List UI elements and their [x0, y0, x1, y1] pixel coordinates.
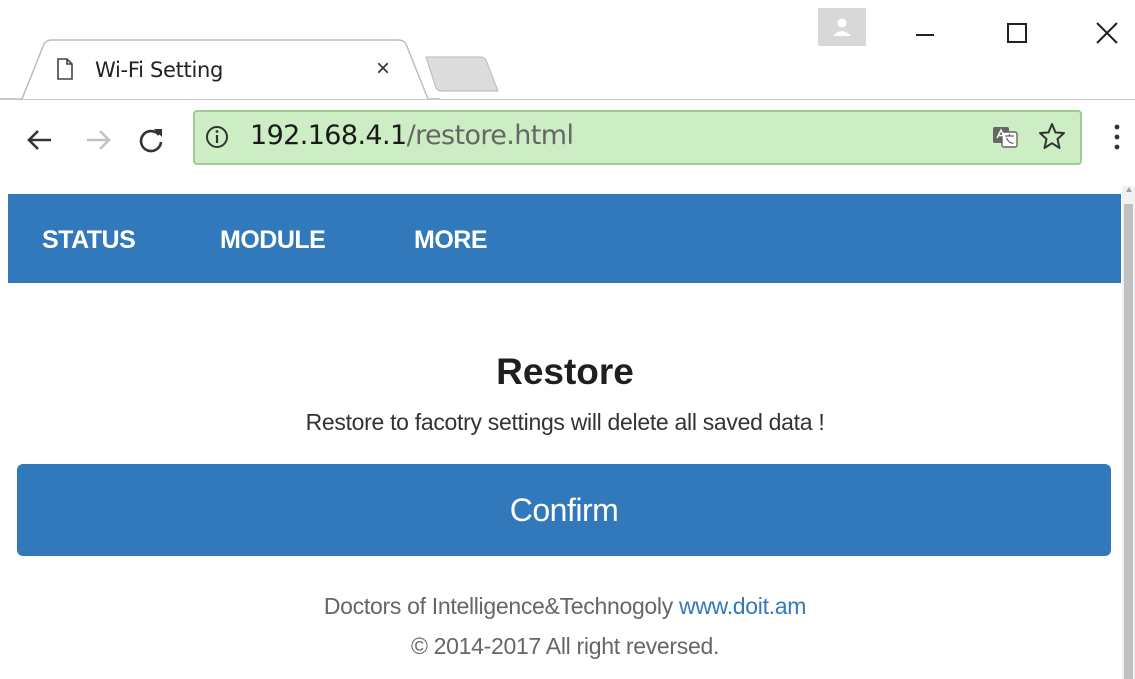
minimize-icon[interactable]	[910, 18, 940, 48]
browser-chrome: Wi-Fi Setting × 192.168.4.1/restore.html	[0, 0, 1135, 190]
reload-icon[interactable]	[136, 125, 166, 155]
star-icon[interactable]	[1038, 122, 1066, 150]
close-icon[interactable]	[1092, 18, 1122, 48]
tab-strip: Wi-Fi Setting ×	[0, 0, 1135, 100]
kebab-menu-icon[interactable]	[1112, 122, 1122, 152]
restore-description: Restore to facotry settings will delete …	[305, 409, 825, 435]
url-text[interactable]: 192.168.4.1/restore.html	[250, 120, 574, 151]
tab-title: Wi-Fi Setting	[95, 58, 224, 82]
nav-item-module[interactable]: MODULE	[220, 226, 326, 255]
footer-company: Doctors of Intelligence&Technogoly	[323, 593, 673, 619]
url-path: /restore.html	[406, 120, 574, 151]
forward-arrow-icon[interactable]	[83, 125, 113, 155]
nav-item-status[interactable]: STATUS	[42, 226, 136, 255]
footer-copyright: © 2014-2017 All right reversed.	[410, 633, 720, 659]
translate-icon[interactable]	[992, 125, 1018, 149]
user-icon[interactable]	[818, 8, 866, 46]
url-host: 192.168.4.1	[250, 120, 407, 151]
confirm-button[interactable]: Confirm	[17, 464, 1111, 556]
tab-close-icon[interactable]: ×	[372, 57, 394, 81]
page-title: Restore	[496, 351, 634, 392]
top-navbar	[8, 194, 1121, 283]
nav-item-more[interactable]: MORE	[414, 226, 488, 255]
info-icon[interactable]	[205, 125, 229, 149]
new-tab-icon[interactable]	[420, 55, 502, 93]
scroll-up-arrow-icon[interactable]	[1126, 186, 1132, 192]
footer-company-line: Doctors of Intelligence&Technogoly www.d…	[0, 593, 1130, 620]
back-arrow-icon[interactable]	[25, 125, 55, 155]
footer-link[interactable]: www.doit.am	[679, 593, 806, 619]
maximize-icon[interactable]	[1002, 18, 1032, 48]
page-icon	[57, 58, 73, 80]
